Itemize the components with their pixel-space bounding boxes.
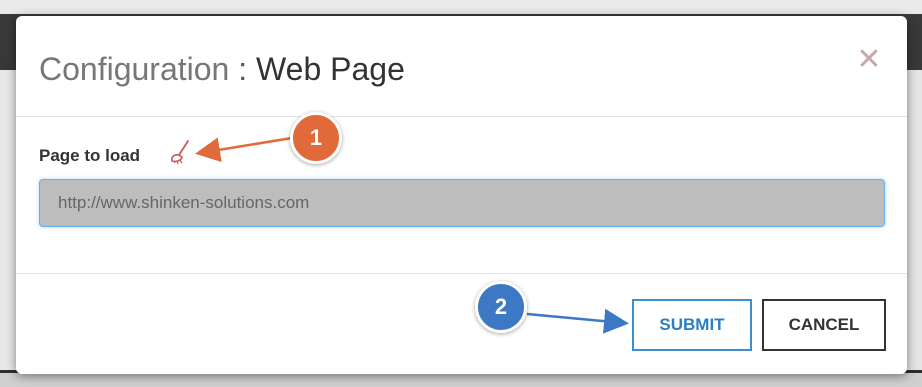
backdrop-top-strip xyxy=(0,0,922,14)
dialog-title-prefix: Configuration xyxy=(39,51,230,87)
backdrop-right-edge xyxy=(906,70,922,370)
close-icon[interactable]: ✕ xyxy=(855,45,883,75)
dialog-title-separator: : xyxy=(229,51,257,87)
submit-button[interactable]: SUBMIT xyxy=(632,299,752,351)
dialog-header: Configuration : Web Page ✕ xyxy=(16,16,907,117)
backdrop-bottom-strip xyxy=(0,373,922,387)
page-url-input[interactable] xyxy=(39,179,885,227)
brush-icon[interactable] xyxy=(168,138,196,166)
annotation-callout-1: 1 xyxy=(290,112,342,164)
annotation-callout-2: 2 xyxy=(475,281,527,333)
dialog-footer: SUBMIT CANCEL xyxy=(16,273,907,374)
cancel-button[interactable]: CANCEL xyxy=(762,299,886,351)
dialog-title: Configuration : Web Page xyxy=(39,50,405,88)
page-to-load-label: Page to load xyxy=(39,146,141,165)
configuration-dialog: Configuration : Web Page ✕ Page to load … xyxy=(16,16,907,374)
dialog-title-main: Web Page xyxy=(256,51,405,87)
